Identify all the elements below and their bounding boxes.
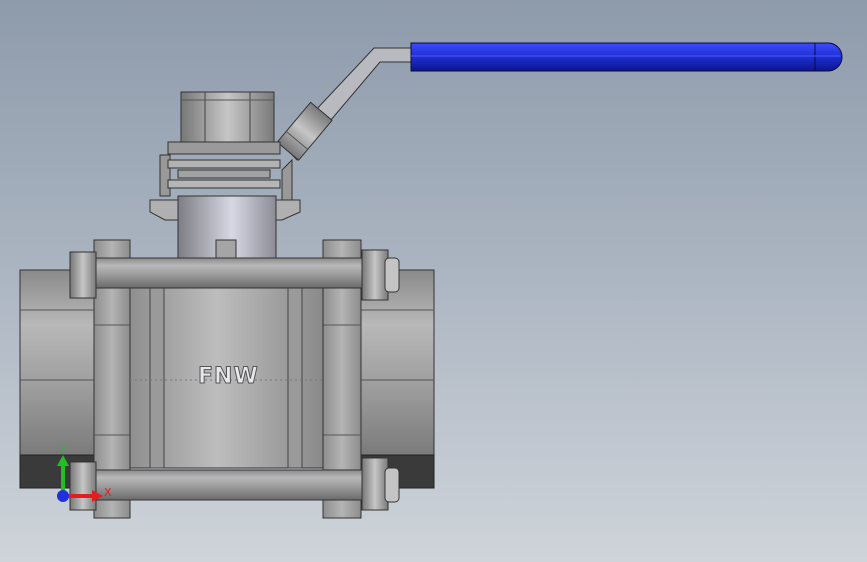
left-end-cap xyxy=(19,269,97,489)
brand-marking: FNW xyxy=(198,364,259,389)
lever-handle[interactable] xyxy=(276,42,843,161)
handle-grip xyxy=(410,42,820,72)
graphics-viewport[interactable]: FNW Y X xyxy=(0,0,867,562)
x-axis-label: X xyxy=(104,486,112,499)
center-body: FNW xyxy=(129,284,324,469)
handle-grip-end xyxy=(814,42,843,72)
z-axis-dot xyxy=(57,490,69,502)
right-end-cap xyxy=(359,269,435,489)
y-axis-label: Y xyxy=(59,443,67,456)
ball-valve-model[interactable]: FNW Y X xyxy=(0,0,867,562)
gland-nut xyxy=(167,91,281,155)
